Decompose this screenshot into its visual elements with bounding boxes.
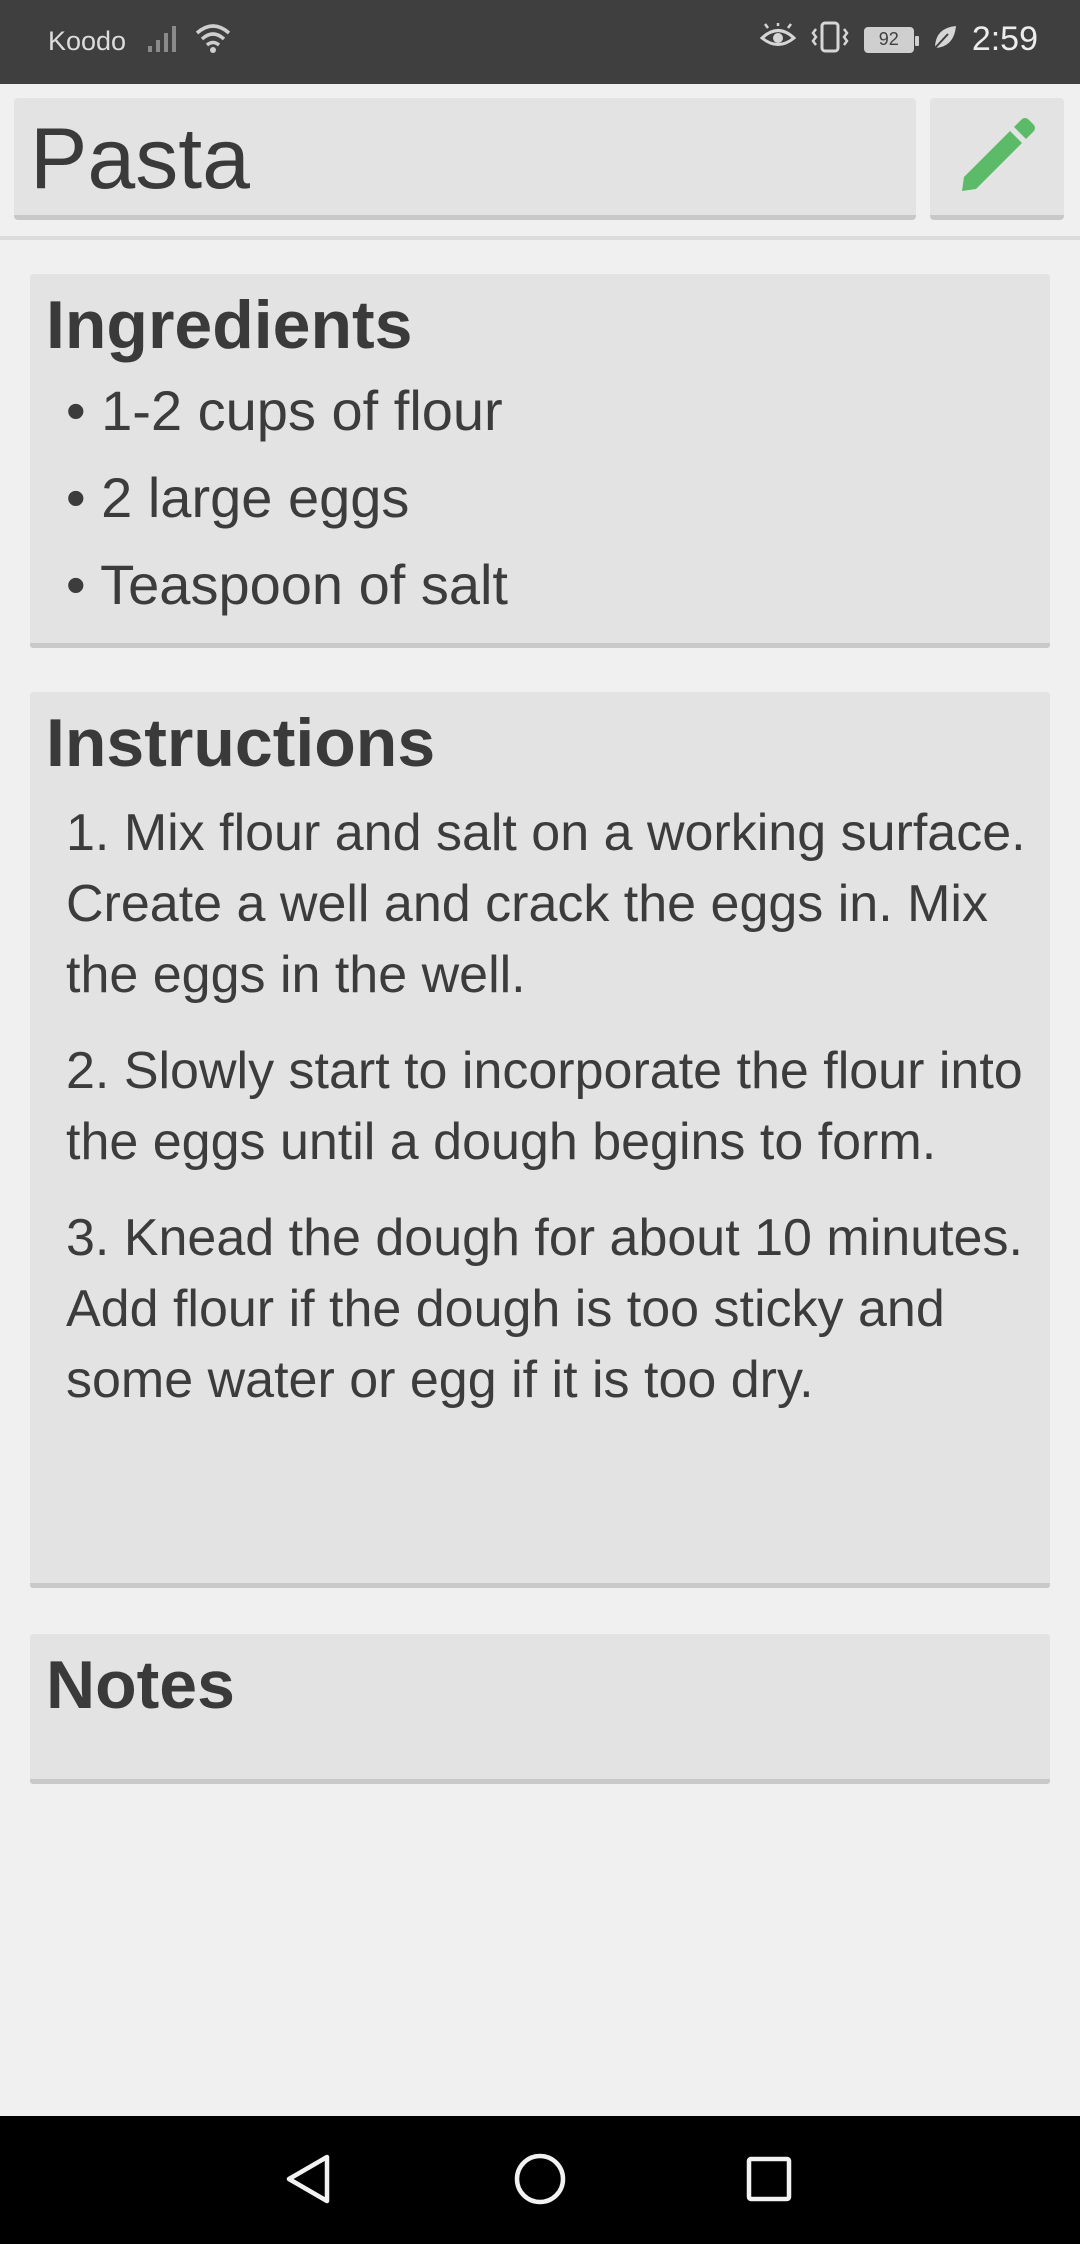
header-divider — [0, 236, 1080, 240]
status-bar: Koodo 92 2:59 — [0, 0, 1080, 84]
instructions-card: Instructions 1. Mix flour and salt on a … — [30, 692, 1050, 1588]
ingredients-heading: Ingredients — [46, 287, 413, 363]
carrier-label: Koodo — [48, 26, 127, 56]
clock: 2:59 — [971, 20, 1038, 58]
navigation-bar — [0, 2116, 1080, 2244]
notes-card: Notes — [30, 1634, 1050, 1784]
leaf-icon — [932, 23, 958, 56]
wifi-icon — [194, 22, 232, 59]
home-icon — [512, 2151, 568, 2212]
eye-icon — [759, 22, 797, 56]
page-title: Pasta — [30, 111, 250, 207]
back-icon — [283, 2151, 335, 2212]
recipe-title-bar[interactable]: Pasta — [14, 98, 916, 220]
ingredients-list: • 1-2 cups of flour • 2 large eggs • Tea… — [66, 376, 508, 637]
edit-button[interactable] — [930, 98, 1064, 220]
ingredients-card: Ingredients • 1-2 cups of flour • 2 larg… — [30, 274, 1050, 648]
instructions-heading: Instructions — [46, 705, 436, 781]
status-left-icons — [146, 22, 232, 59]
pencil-icon — [954, 111, 1040, 202]
list-item: • Teaspoon of salt — [66, 553, 508, 616]
home-button[interactable] — [505, 2146, 575, 2216]
vibrate-icon — [810, 20, 850, 59]
instruction-step: 2. Slowly start to incorporate the flour… — [66, 1042, 1023, 1171]
notes-heading: Notes — [46, 1647, 235, 1723]
back-button[interactable] — [274, 2146, 344, 2216]
recents-icon — [744, 2154, 794, 2209]
signal-icon — [146, 22, 182, 59]
status-right-icons: 92 2:59 — [759, 20, 1038, 59]
battery-icon: 92 — [863, 26, 919, 53]
list-item: • 1-2 cups of flour — [66, 379, 503, 442]
instructions-list: 1. Mix flour and salt on a working surfa… — [66, 798, 1046, 1441]
recents-button[interactable] — [734, 2146, 804, 2216]
instruction-step: 3. Knead the dough for about 10 minutes.… — [66, 1209, 1023, 1409]
instruction-step: 1. Mix flour and salt on a working surfa… — [66, 804, 1026, 1004]
list-item: • 2 large eggs — [66, 466, 410, 529]
